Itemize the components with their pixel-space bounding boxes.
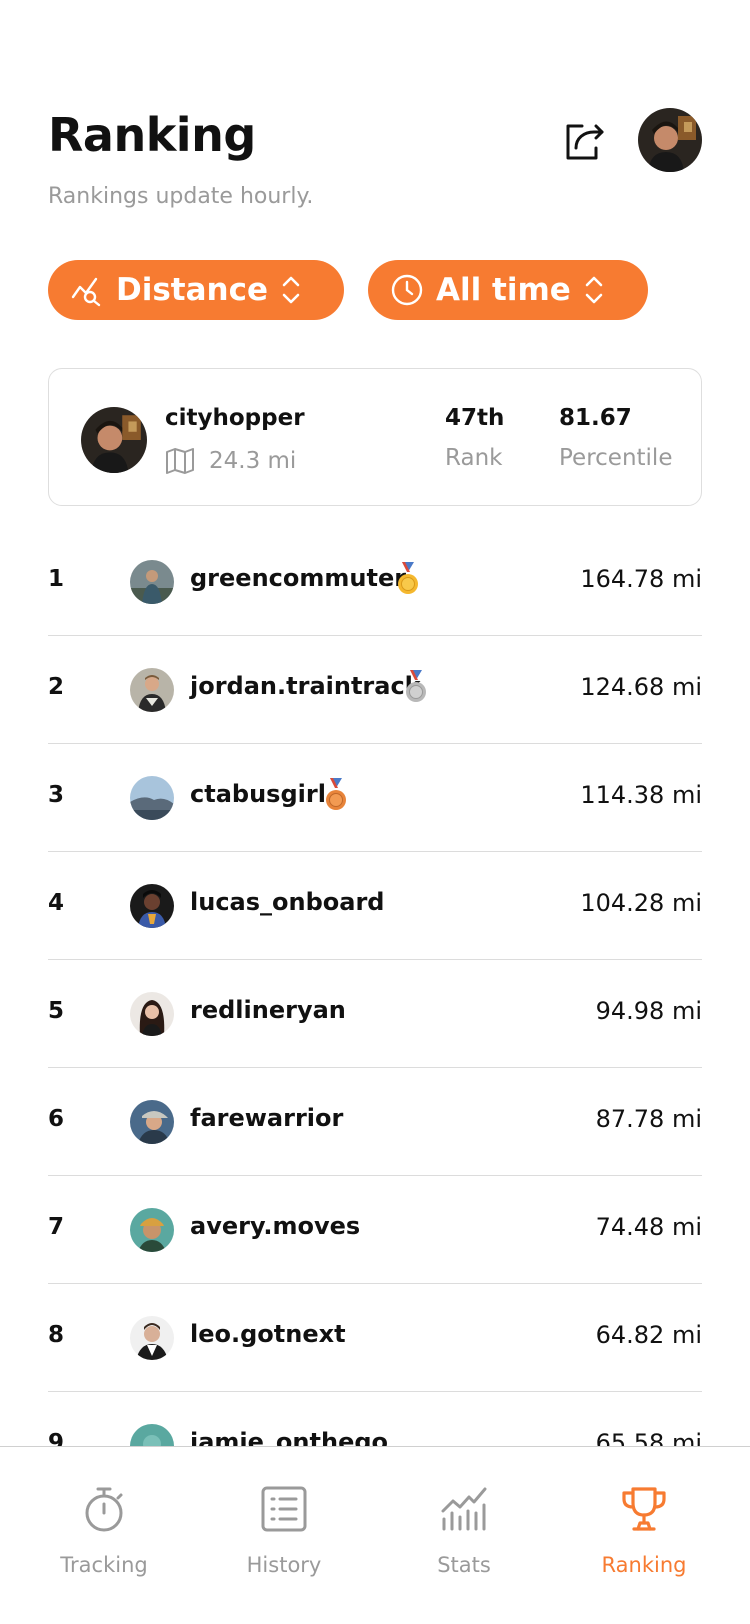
row-avatar — [130, 668, 174, 712]
row-avatar — [130, 560, 174, 604]
period-filter-label: All time — [436, 272, 571, 308]
row-avatar — [130, 1316, 174, 1360]
my-ranking-card[interactable]: cityhopper 24.3 mi 47th Rank 81.67 Perce… — [48, 368, 702, 506]
bottom-tab-bar: Tracking History Stats Ranking — [0, 1446, 750, 1624]
row-distance: 87.78 mi — [595, 1105, 702, 1133]
row-distance: 64.82 mi — [595, 1321, 702, 1349]
row-avatar — [130, 1100, 174, 1144]
tab-history[interactable]: History — [204, 1483, 364, 1577]
leaderboard-row[interactable]: 5 redlineryan 94.98 mi — [48, 960, 702, 1068]
row-username: leo.gotnext — [190, 1320, 346, 1348]
row-username: greencommuter — [190, 564, 407, 592]
trophy-icon — [622, 1487, 666, 1531]
page-header: Ranking Rankings update hourly. — [48, 108, 702, 218]
leaderboard-row[interactable]: 8 leo.gotnext 64.82 mi — [48, 1284, 702, 1392]
chart-search-icon — [71, 277, 101, 307]
row-username: lucas_onboard — [190, 888, 385, 916]
tab-tracking[interactable]: Tracking — [24, 1483, 184, 1577]
bar-chart-icon — [441, 1487, 487, 1531]
clock-icon — [391, 274, 423, 306]
row-avatar — [130, 776, 174, 820]
my-distance: 24.3 mi — [165, 447, 296, 475]
leaderboard-row[interactable]: 1 greencommuter 164.78 mi — [48, 528, 702, 636]
row-username: ctabusgirl — [190, 780, 326, 808]
my-username: cityhopper — [165, 405, 305, 431]
row-username: redlineryan — [190, 996, 346, 1024]
row-rank: 1 — [48, 566, 65, 592]
my-percentile-value: 81.67 — [559, 405, 632, 431]
row-rank: 2 — [48, 674, 65, 700]
my-percentile: 81.67 Percentile — [559, 405, 672, 471]
share-icon — [566, 124, 604, 160]
silver-medal-icon — [406, 670, 426, 702]
tab-label: History — [246, 1553, 322, 1577]
tab-label: Stats — [437, 1553, 491, 1577]
row-distance: 164.78 mi — [580, 565, 702, 593]
leaderboard-row[interactable]: 3 ctabusgirl 114.38 mi — [48, 744, 702, 852]
page-subtitle: Rankings update hourly. — [48, 184, 314, 209]
row-rank: 5 — [48, 998, 65, 1024]
row-avatar — [130, 1208, 174, 1252]
my-distance-value: 24.3 mi — [209, 448, 297, 474]
row-distance: 94.98 mi — [595, 997, 702, 1025]
gold-medal-icon — [398, 562, 418, 594]
row-rank: 6 — [48, 1106, 65, 1132]
row-distance: 74.48 mi — [595, 1213, 702, 1241]
tab-label: Ranking — [601, 1553, 687, 1577]
share-button[interactable] — [560, 116, 608, 164]
leaderboard-row[interactable]: 6 farewarrior 87.78 mi — [48, 1068, 702, 1176]
row-distance: 104.28 mi — [580, 889, 702, 917]
tab-label: Tracking — [60, 1553, 148, 1577]
profile-avatar[interactable] — [638, 108, 702, 172]
row-distance: 124.68 mi — [580, 673, 702, 701]
stopwatch-icon — [85, 1487, 123, 1532]
map-icon — [166, 448, 194, 474]
leaderboard-row[interactable]: 7 avery.moves 74.48 mi — [48, 1176, 702, 1284]
metric-filter-label: Distance — [116, 272, 269, 308]
row-distance: 114.38 mi — [580, 781, 702, 809]
row-rank: 7 — [48, 1214, 65, 1240]
filter-bar: Distance All time — [48, 260, 648, 320]
my-rank: 47th Rank — [445, 405, 504, 471]
row-avatar — [130, 992, 174, 1036]
row-rank: 3 — [48, 782, 65, 808]
chevron-updown-icon — [585, 276, 603, 304]
row-rank: 8 — [48, 1322, 65, 1348]
leaderboard-list: 1 greencommuter 164.78 mi 2 jordan.train… — [48, 528, 702, 1500]
my-rank-label: Rank — [445, 445, 503, 471]
row-avatar — [130, 884, 174, 928]
row-username: avery.moves — [190, 1212, 361, 1240]
tab-stats[interactable]: Stats — [384, 1483, 544, 1577]
my-rank-value: 47th — [445, 405, 505, 431]
tab-ranking[interactable]: Ranking — [564, 1483, 724, 1577]
my-avatar — [81, 407, 147, 473]
row-username: jordan.traintrack — [190, 672, 421, 700]
list-icon — [261, 1486, 307, 1532]
leaderboard-row[interactable]: 4 lucas_onboard 104.28 mi — [48, 852, 702, 960]
chevron-updown-icon — [282, 276, 300, 304]
bronze-medal-icon — [326, 778, 346, 810]
metric-filter-button[interactable]: Distance — [48, 260, 344, 320]
leaderboard-row[interactable]: 2 jordan.traintrack 124.68 mi — [48, 636, 702, 744]
my-percentile-label: Percentile — [559, 445, 673, 471]
row-username: farewarrior — [190, 1104, 344, 1132]
period-filter-button[interactable]: All time — [368, 260, 648, 320]
row-rank: 4 — [48, 890, 65, 916]
